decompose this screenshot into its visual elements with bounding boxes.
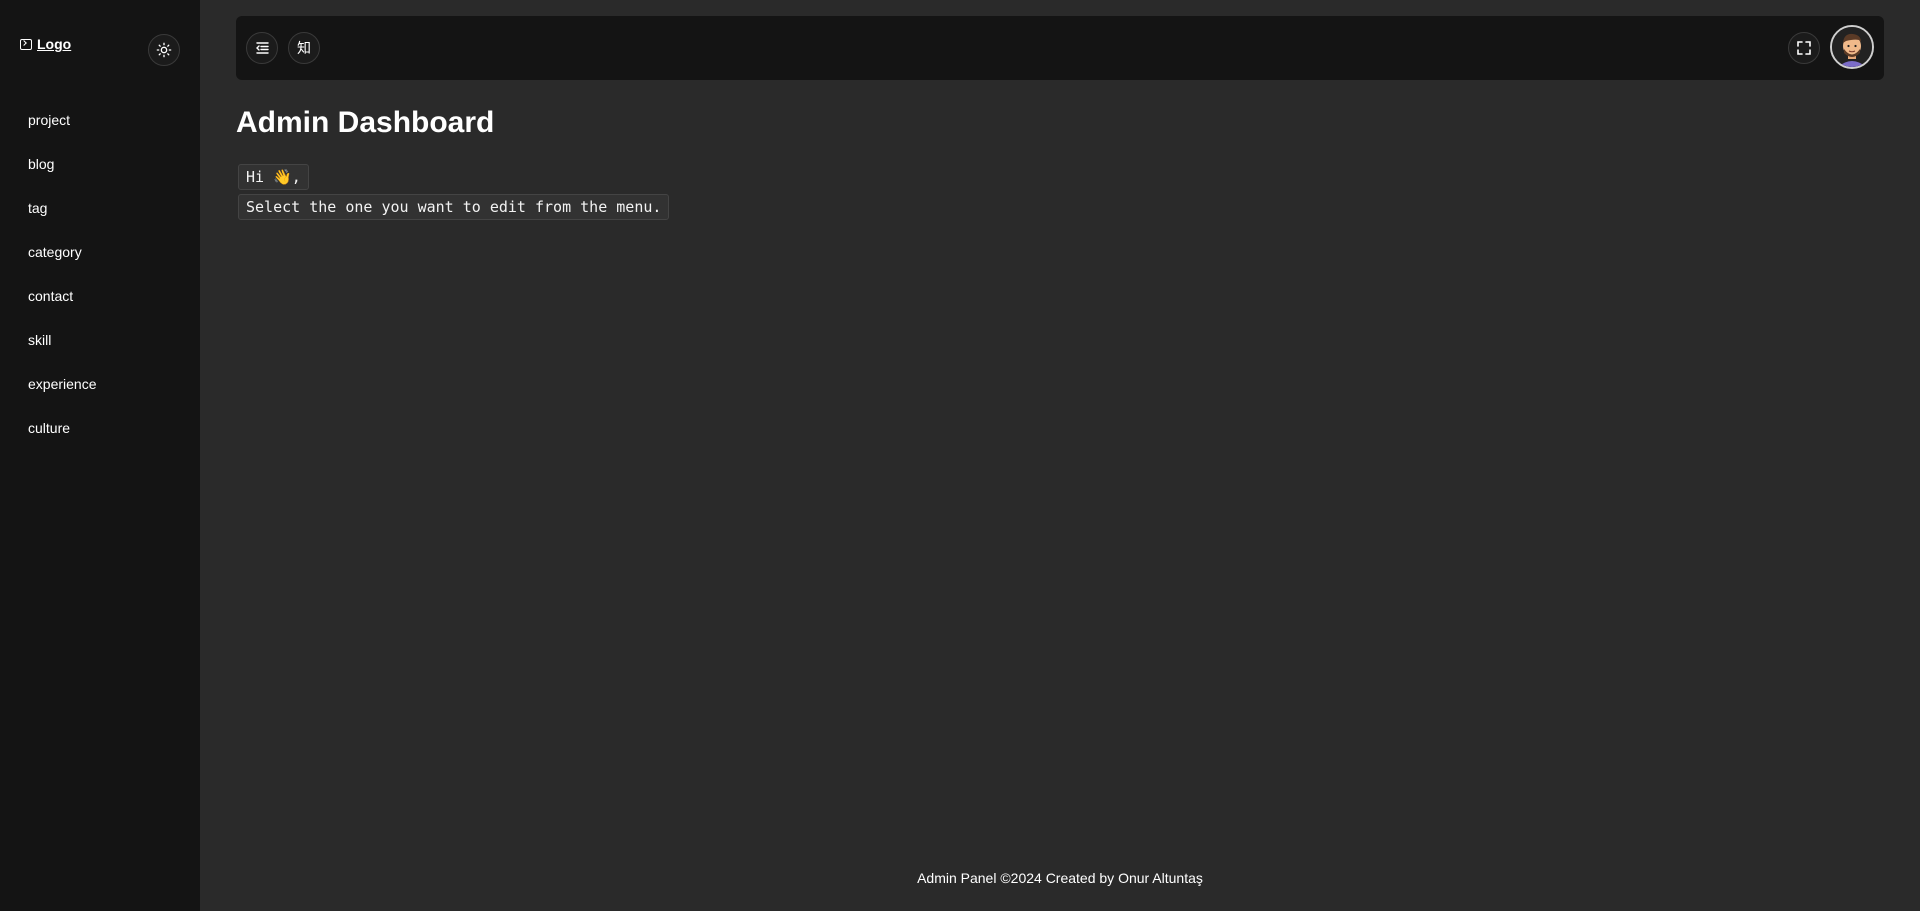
avatar-illustration — [1832, 27, 1872, 67]
brand[interactable]: Logo — [20, 36, 71, 52]
sidebar-item-blog[interactable]: blog — [0, 142, 200, 186]
sun-icon — [156, 42, 172, 58]
sidebar-item-experience[interactable]: experience — [0, 362, 200, 406]
sidebar-item-skill[interactable]: skill — [0, 318, 200, 362]
language-label: 知 — [297, 41, 311, 57]
menu-collapse-icon — [256, 42, 269, 54]
logo-link[interactable]: Logo — [37, 36, 71, 52]
instruction-text: Select the one you want to edit from the… — [246, 198, 662, 216]
footer-text: Admin Panel ©2024 Created by Onur Altunt… — [917, 870, 1203, 886]
waving-hand-emoji: 👋 — [273, 168, 292, 186]
fullscreen-icon — [1797, 41, 1811, 55]
menu-collapse-button[interactable] — [246, 32, 278, 64]
top-bar: 知 — [236, 16, 1884, 80]
avatar[interactable] — [1830, 25, 1874, 69]
page-title: Admin Dashboard — [236, 106, 495, 139]
sidebar-item-contact[interactable]: contact — [0, 274, 200, 318]
sidebar-menu: project blog tag category contact skill … — [0, 98, 200, 450]
terminal-icon — [20, 38, 32, 50]
sidebar-item-tag[interactable]: tag — [0, 186, 200, 230]
greeting-suffix: , — [291, 168, 301, 186]
fullscreen-button[interactable] — [1788, 32, 1820, 64]
sidebar-item-category[interactable]: category — [0, 230, 200, 274]
sidebar-item-project[interactable]: project — [0, 98, 200, 142]
theme-toggle-button[interactable] — [148, 34, 180, 66]
greeting-line: Hi 👋, — [238, 164, 309, 190]
greeting-text: Hi — [246, 168, 265, 186]
instruction-line: Select the one you want to edit from the… — [238, 194, 670, 220]
language-button[interactable]: 知 — [288, 32, 320, 64]
sidebar-item-culture[interactable]: culture — [0, 406, 200, 450]
sidebar: Logo project blog tag category contact s… — [0, 0, 200, 911]
footer: Admin Panel ©2024 Created by Onur Altunt… — [200, 870, 1920, 886]
